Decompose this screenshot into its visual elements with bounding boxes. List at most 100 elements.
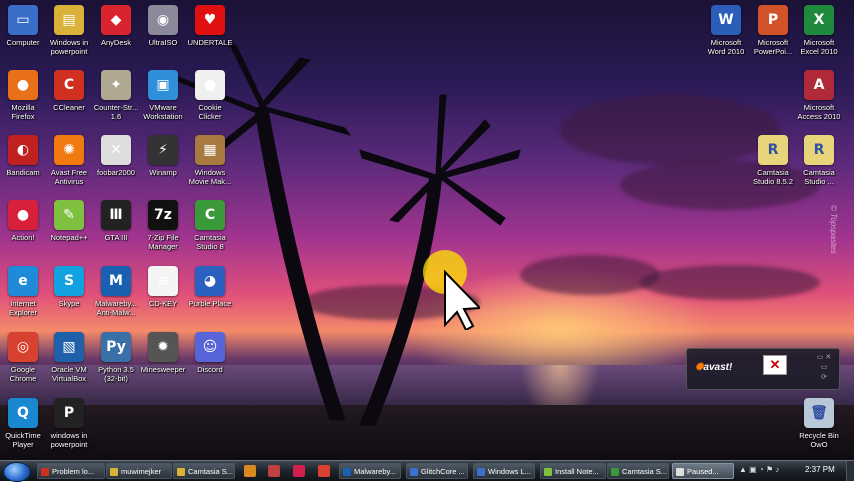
anydesk-icon: ◆ (101, 5, 131, 35)
minesweeper-icon: ✹ (148, 332, 178, 362)
taskbar-app-icon (477, 468, 485, 476)
computer-icon: ▭ (8, 5, 38, 35)
taskbar-button-label: Camtasia S... (622, 467, 668, 476)
desktop-shortcut-label: windows in powerpoint (50, 431, 88, 449)
purble-place-icon: ◕ (195, 266, 225, 296)
7zip-icon: 7z (148, 200, 178, 230)
desktop-shortcut-label: Recycle Bin OwO (799, 431, 839, 449)
taskbar-app-icon (110, 468, 118, 476)
taskbar-button[interactable]: Camtasia S... (607, 463, 669, 479)
firefox-icon: ● (8, 70, 38, 100)
foobar-icon: ✕ (101, 135, 131, 165)
taskbar-pin-3-icon[interactable] (293, 465, 305, 477)
taskbar-button-label: muwimejker (121, 467, 162, 476)
wallpaper-watermark: © Topspastes (829, 205, 838, 254)
chrome-icon: ◎ (8, 332, 38, 362)
avast-brand: avast! (703, 362, 733, 373)
desktop-shortcut[interactable]: ♥ UNDERTALE (179, 5, 241, 47)
taskbar-app-icon (41, 468, 49, 476)
vmware-icon: ▣ (148, 70, 178, 100)
taskbar-button[interactable]: Windows L... (473, 463, 535, 479)
malwarebytes-icon: M (101, 266, 131, 296)
folder-icon: ▤ (54, 5, 84, 35)
taskbar-app-icon (177, 468, 185, 476)
desktop-shortcut[interactable]: R Camtasia Studio ... (788, 135, 850, 186)
start-button[interactable] (3, 462, 31, 482)
desktop-shortcut[interactable]: C Camtasia Studio 8 (179, 200, 241, 251)
desktop-shortcut-label: Camtasia Studio ... (803, 168, 835, 186)
bandicam-icon: ◐ (8, 135, 38, 165)
taskbar-button[interactable]: Paused... (672, 463, 734, 479)
desktop-shortcut[interactable]: ● Cookie Clicker (179, 70, 241, 121)
taskbar-app-icon (410, 468, 418, 476)
taskbar-pin-2-icon[interactable] (268, 465, 280, 477)
desktop-shortcut[interactable]: ◕ Purble Place (179, 266, 241, 308)
taskbar-app-icon (544, 468, 552, 476)
system-tray[interactable]: ▲ ▣ ◔ ⚑ ♪ (739, 465, 779, 474)
taskbar-button[interactable]: Problem lo... (37, 463, 105, 479)
heart-icon: ♥ (195, 5, 225, 35)
taskbar-button[interactable]: muwimejker (106, 463, 172, 479)
avast-logo: ✺avast! (695, 362, 732, 373)
counter-strike-icon: ✦ (101, 70, 131, 100)
discord-icon: ☺ (195, 332, 225, 362)
cookie-icon: ● (195, 70, 225, 100)
skype-icon: S (54, 266, 84, 296)
avast-status-icon[interactable]: ✕ (763, 355, 787, 375)
recycle-bin-icon: 🗑 (804, 398, 834, 428)
desktop-shortcut-label: Microsoft Excel 2010 (800, 38, 838, 56)
disc-icon: ◉ (148, 5, 178, 35)
ie-icon: e (8, 266, 38, 296)
access-icon: A (804, 70, 834, 100)
action-icon: ● (8, 200, 38, 230)
clock[interactable]: 2:37 PM (805, 465, 835, 474)
text-file-icon: ≡ (148, 266, 178, 296)
desktop-shortcut[interactable]: ▦ Windows Movie Mak... (179, 135, 241, 186)
desktop-shortcut[interactable]: ☺ Discord (179, 332, 241, 374)
show-desktop-button[interactable] (846, 461, 854, 481)
taskbar-button-label: GlitchCore ... (421, 467, 465, 476)
camtasia-folder-icon-2: R (804, 135, 834, 165)
word-icon: W (711, 5, 741, 35)
taskbar-button[interactable]: GlitchCore ... (406, 463, 468, 479)
desktop-shortcut[interactable]: A Microsoft Access 2010 (788, 70, 850, 121)
taskbar-button-label: Paused... (687, 467, 719, 476)
desktop-shortcut-label: Discord (197, 365, 223, 374)
desktop-shortcut[interactable]: 🗑 Recycle Bin OwO (788, 398, 850, 449)
taskbar-pin-1-icon[interactable] (244, 465, 256, 477)
python-icon: Py (101, 332, 131, 362)
desktop-shortcut-label: Purble Place (188, 299, 232, 308)
desktop-shortcut-label: Cookie Clicker (198, 103, 222, 121)
mouse-cursor-icon (423, 250, 480, 330)
desktop-shortcut[interactable]: X Microsoft Excel 2010 (788, 5, 850, 56)
notepadpp-icon: ✎ (54, 200, 84, 230)
camtasia-icon: C (195, 200, 225, 230)
taskbar-button[interactable]: Camtasia S... (173, 463, 235, 479)
taskbar-button-label: Problem lo... (52, 467, 95, 476)
taskbar: Problem lo... muwimejker Camtasia S... Malw… (0, 460, 854, 482)
desktop-shortcut[interactable]: Pwindows in powerpoint (38, 398, 100, 449)
gta3-icon: Ⅲ (101, 200, 131, 230)
taskbar-button[interactable]: Install Note... (540, 463, 606, 479)
taskbar-app-icon (343, 468, 351, 476)
taskbar-button-label: Install Note... (555, 467, 599, 476)
camtasia-folder-icon: R (758, 135, 788, 165)
desktop-shortcut-label: Windows Movie Mak... (188, 168, 232, 186)
ccleaner-icon: C (54, 70, 84, 100)
movie-maker-icon: ▦ (195, 135, 225, 165)
taskbar-pin-4-icon[interactable] (318, 465, 330, 477)
avast-widget-controls[interactable]: ▭ ✕ ▭ ⟳ (815, 353, 833, 383)
avast-icon: ✺ (54, 135, 84, 165)
taskbar-app-icon (676, 468, 684, 476)
desktop-shortcut-label: UNDERTALE (187, 38, 233, 47)
virtualbox-icon: ▧ (54, 332, 84, 362)
taskbar-button[interactable]: Malwareby... (339, 463, 401, 479)
desktop-shortcut-label: Camtasia Studio 8 (194, 233, 226, 251)
avast-widget[interactable]: ✺avast! ✕ ▭ ✕ ▭ ⟳ (686, 348, 840, 390)
taskbar-button-label: Windows L... (488, 467, 531, 476)
quicktime-icon: Q (8, 398, 38, 428)
taskbar-button-label: Malwareby... (354, 467, 396, 476)
taskbar-app-icon (611, 468, 619, 476)
powerpoint-icon: P (758, 5, 788, 35)
taskbar-button-label: Camtasia S... (188, 467, 234, 476)
